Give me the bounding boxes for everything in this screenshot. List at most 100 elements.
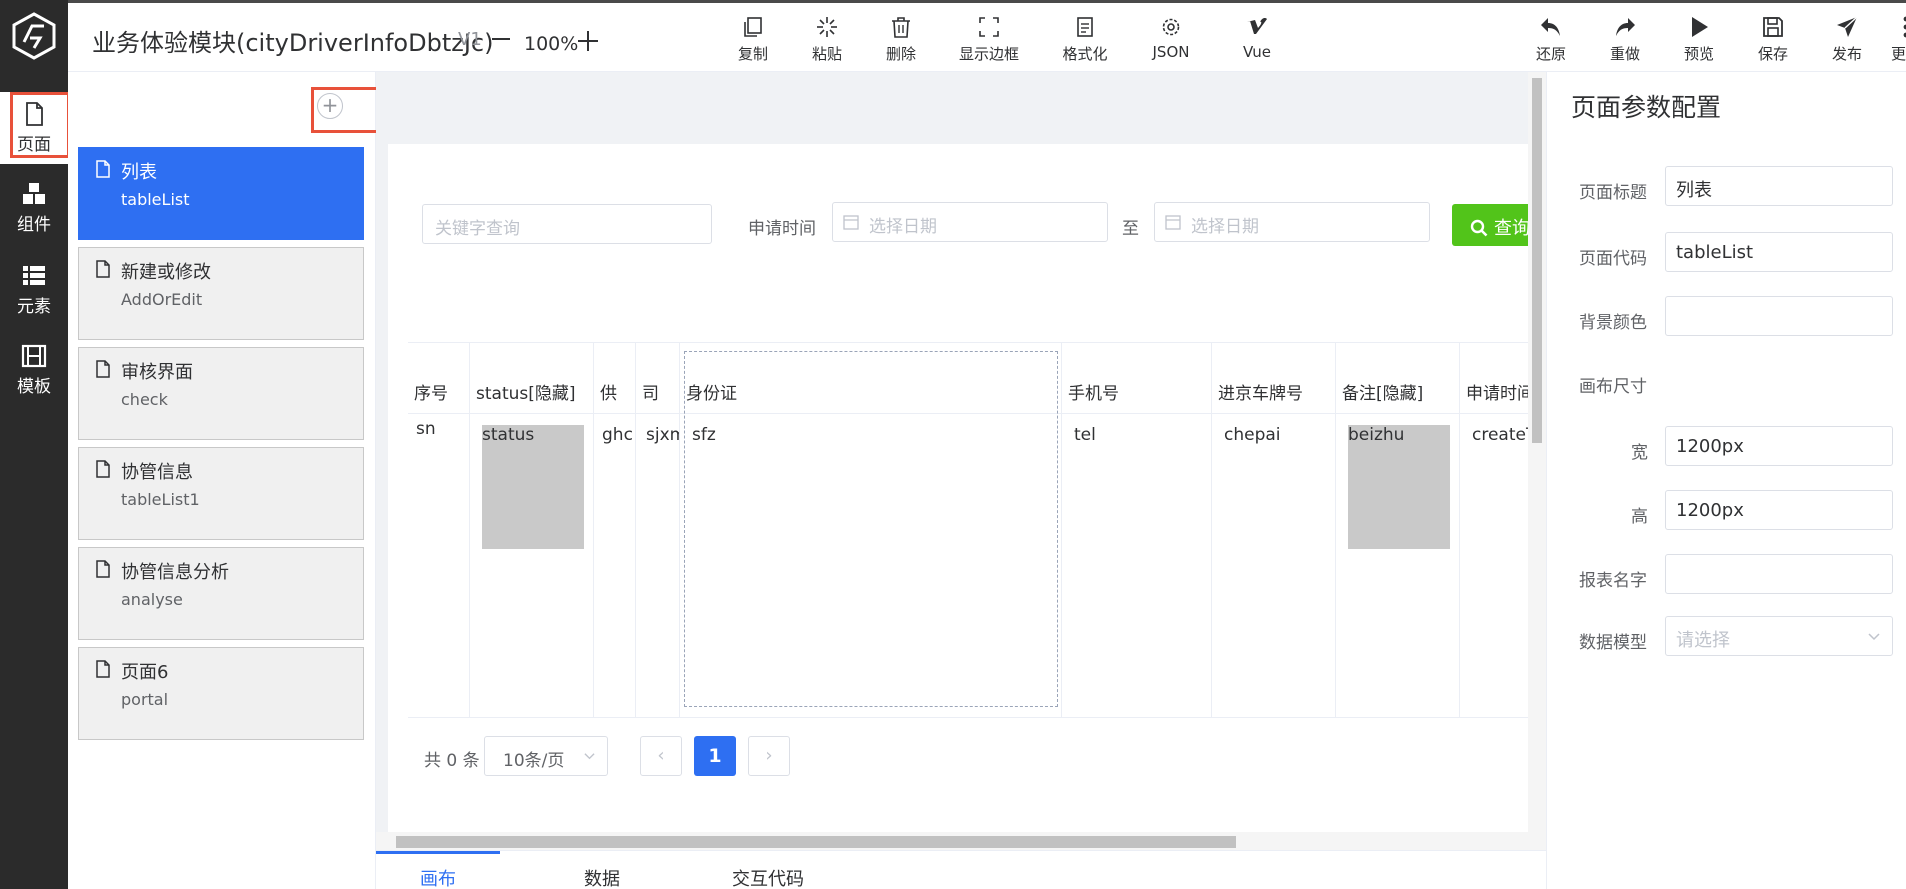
horizontal-scroll-thumb[interactable]	[396, 836, 1236, 848]
paste-button[interactable]: 粘贴	[792, 15, 862, 64]
data-model-placeholder: 请选择	[1676, 630, 1730, 651]
table-column: status[隐藏] status	[470, 343, 594, 717]
search-button[interactable]: 查询	[1452, 204, 1528, 246]
table-cell: ghc	[602, 425, 633, 445]
end-date-placeholder: 选择日期	[1191, 217, 1259, 237]
redo-button[interactable]: 重做	[1590, 15, 1660, 64]
report-name-input[interactable]	[1665, 554, 1893, 594]
rail-item-components[interactable]: 组件	[0, 174, 68, 246]
chevron-down-icon	[584, 753, 595, 760]
table-cell: createTime	[1472, 425, 1528, 445]
tab-data[interactable]: 数据	[584, 865, 620, 889]
table-column: 备注[隐藏] beizhu	[1336, 343, 1460, 717]
save-label: 保存	[1757, 45, 1788, 63]
table-cell: chepai	[1224, 425, 1281, 445]
page-card[interactable]: 协管信息分析 analyse	[78, 547, 364, 640]
calendar-icon	[843, 215, 859, 230]
logo-icon	[12, 12, 56, 60]
gear-icon	[1162, 18, 1180, 36]
page-config-panel: 页面参数配置 页面标题 列表 页面代码 tableList 背景颜色 画布尺寸 …	[1546, 72, 1906, 889]
page-name: 协管信息分析	[121, 562, 229, 583]
page-name: 审核界面	[121, 362, 193, 383]
json-button[interactable]: JSON	[1136, 15, 1206, 61]
undo-button[interactable]: 还原	[1516, 15, 1586, 64]
page-code: analyse	[121, 590, 183, 609]
table-column: 进京车牌号 chepai	[1212, 343, 1336, 717]
height-label: 高	[1631, 507, 1648, 527]
vue-button[interactable]: Vue	[1222, 15, 1292, 61]
rail-item-elements[interactable]: 元素	[0, 256, 68, 328]
height-value: 1200px	[1676, 500, 1744, 521]
trash-icon	[892, 17, 910, 38]
current-page[interactable]: 1	[694, 736, 736, 776]
table-cell: tel	[1074, 425, 1096, 445]
rail-item-templates[interactable]: 模板	[0, 336, 68, 408]
more-button[interactable]: 更多	[1876, 15, 1906, 64]
search-icon	[1470, 219, 1488, 237]
page-card[interactable]: 页面6 portal	[78, 647, 364, 740]
width-input[interactable]: 1200px	[1665, 426, 1893, 466]
copy-button[interactable]: 复制	[718, 15, 788, 64]
page-card[interactable]: 审核界面 check	[78, 347, 364, 440]
horizontal-scrollbar[interactable]	[376, 832, 1546, 850]
width-label: 宽	[1631, 443, 1648, 463]
height-input[interactable]: 1200px	[1665, 490, 1893, 530]
play-icon	[1692, 17, 1708, 37]
tab-canvas[interactable]: 画布	[420, 865, 456, 889]
data-model-select[interactable]: 请选择	[1665, 616, 1893, 656]
page-size-select[interactable]: 10条/页	[484, 736, 608, 776]
zoom-in-icon[interactable]	[576, 29, 600, 53]
border-corners-icon	[979, 17, 999, 37]
page-card[interactable]: 新建或修改 AddOrEdit	[78, 247, 364, 340]
apply-time-label: 申请时间	[748, 219, 816, 239]
table-column: 手机号 tel	[1062, 343, 1212, 717]
page-title-input[interactable]: 列表	[1665, 166, 1893, 206]
page-title-label: 页面标题	[1579, 183, 1647, 203]
document-icon	[1077, 17, 1093, 37]
start-date-placeholder: 选择日期	[869, 217, 937, 237]
publish-label: 发布	[1831, 45, 1862, 63]
page-code-input[interactable]: tableList	[1665, 232, 1893, 272]
page-code: portal	[121, 690, 169, 709]
prev-page-button[interactable]: ‹	[640, 736, 682, 776]
bg-color-input[interactable]	[1665, 296, 1893, 336]
format-button[interactable]: 格式化	[1050, 15, 1120, 64]
bottom-tabs: 画布 数据 交互代码	[376, 850, 1546, 889]
calendar-icon	[1165, 215, 1181, 230]
file-icon	[96, 160, 110, 178]
vertical-scroll-thumb[interactable]	[1532, 78, 1542, 443]
save-button[interactable]: 保存	[1738, 15, 1808, 64]
publish-button[interactable]: 发布	[1812, 15, 1882, 64]
page-card[interactable]: 列表 tableList	[78, 147, 364, 240]
page-card[interactable]: 协管信息 tableList1	[78, 447, 364, 540]
config-title: 页面参数配置	[1571, 93, 1722, 122]
delete-button[interactable]: 删除	[866, 15, 936, 64]
canvas-size-label: 画布尺寸	[1579, 377, 1647, 397]
to-label: 至	[1122, 219, 1139, 239]
floppy-icon	[1763, 17, 1783, 37]
table-cell: status	[482, 425, 535, 445]
table-column: 司 sjxm	[636, 343, 680, 717]
data-table: 序号 sn status[隐藏] status 供 ghc 司 sjxm	[408, 342, 1528, 718]
json-label: JSON	[1152, 43, 1190, 61]
zoom-out-icon[interactable]	[488, 25, 514, 51]
start-date-picker[interactable]: 选择日期	[832, 202, 1108, 242]
keyword-search-input[interactable]: 关键字查询	[422, 204, 712, 244]
undo-label: 还原	[1535, 45, 1566, 63]
vertical-scrollbar[interactable]	[1528, 72, 1546, 832]
zoom-level: 100%	[524, 33, 579, 55]
data-model-label: 数据模型	[1579, 633, 1647, 653]
more-vertical-icon	[1903, 16, 1906, 38]
end-date-picker[interactable]: 选择日期	[1154, 202, 1430, 242]
file-icon	[96, 660, 110, 678]
page-name: 页面6	[121, 662, 169, 683]
design-canvas: 关键字查询 申请时间 选择日期 至 选择日期 查询 序号 sn status[隐…	[376, 72, 1546, 889]
width-value: 1200px	[1676, 436, 1744, 457]
selected-column-outline[interactable]	[684, 351, 1058, 707]
tab-interaction-code[interactable]: 交互代码	[732, 865, 804, 889]
app-version: V1	[458, 29, 482, 50]
preview-button[interactable]: 预览	[1664, 15, 1734, 64]
show-border-button[interactable]: 显示边框	[954, 15, 1024, 64]
send-icon	[1837, 16, 1858, 37]
next-page-button[interactable]: ›	[748, 736, 790, 776]
